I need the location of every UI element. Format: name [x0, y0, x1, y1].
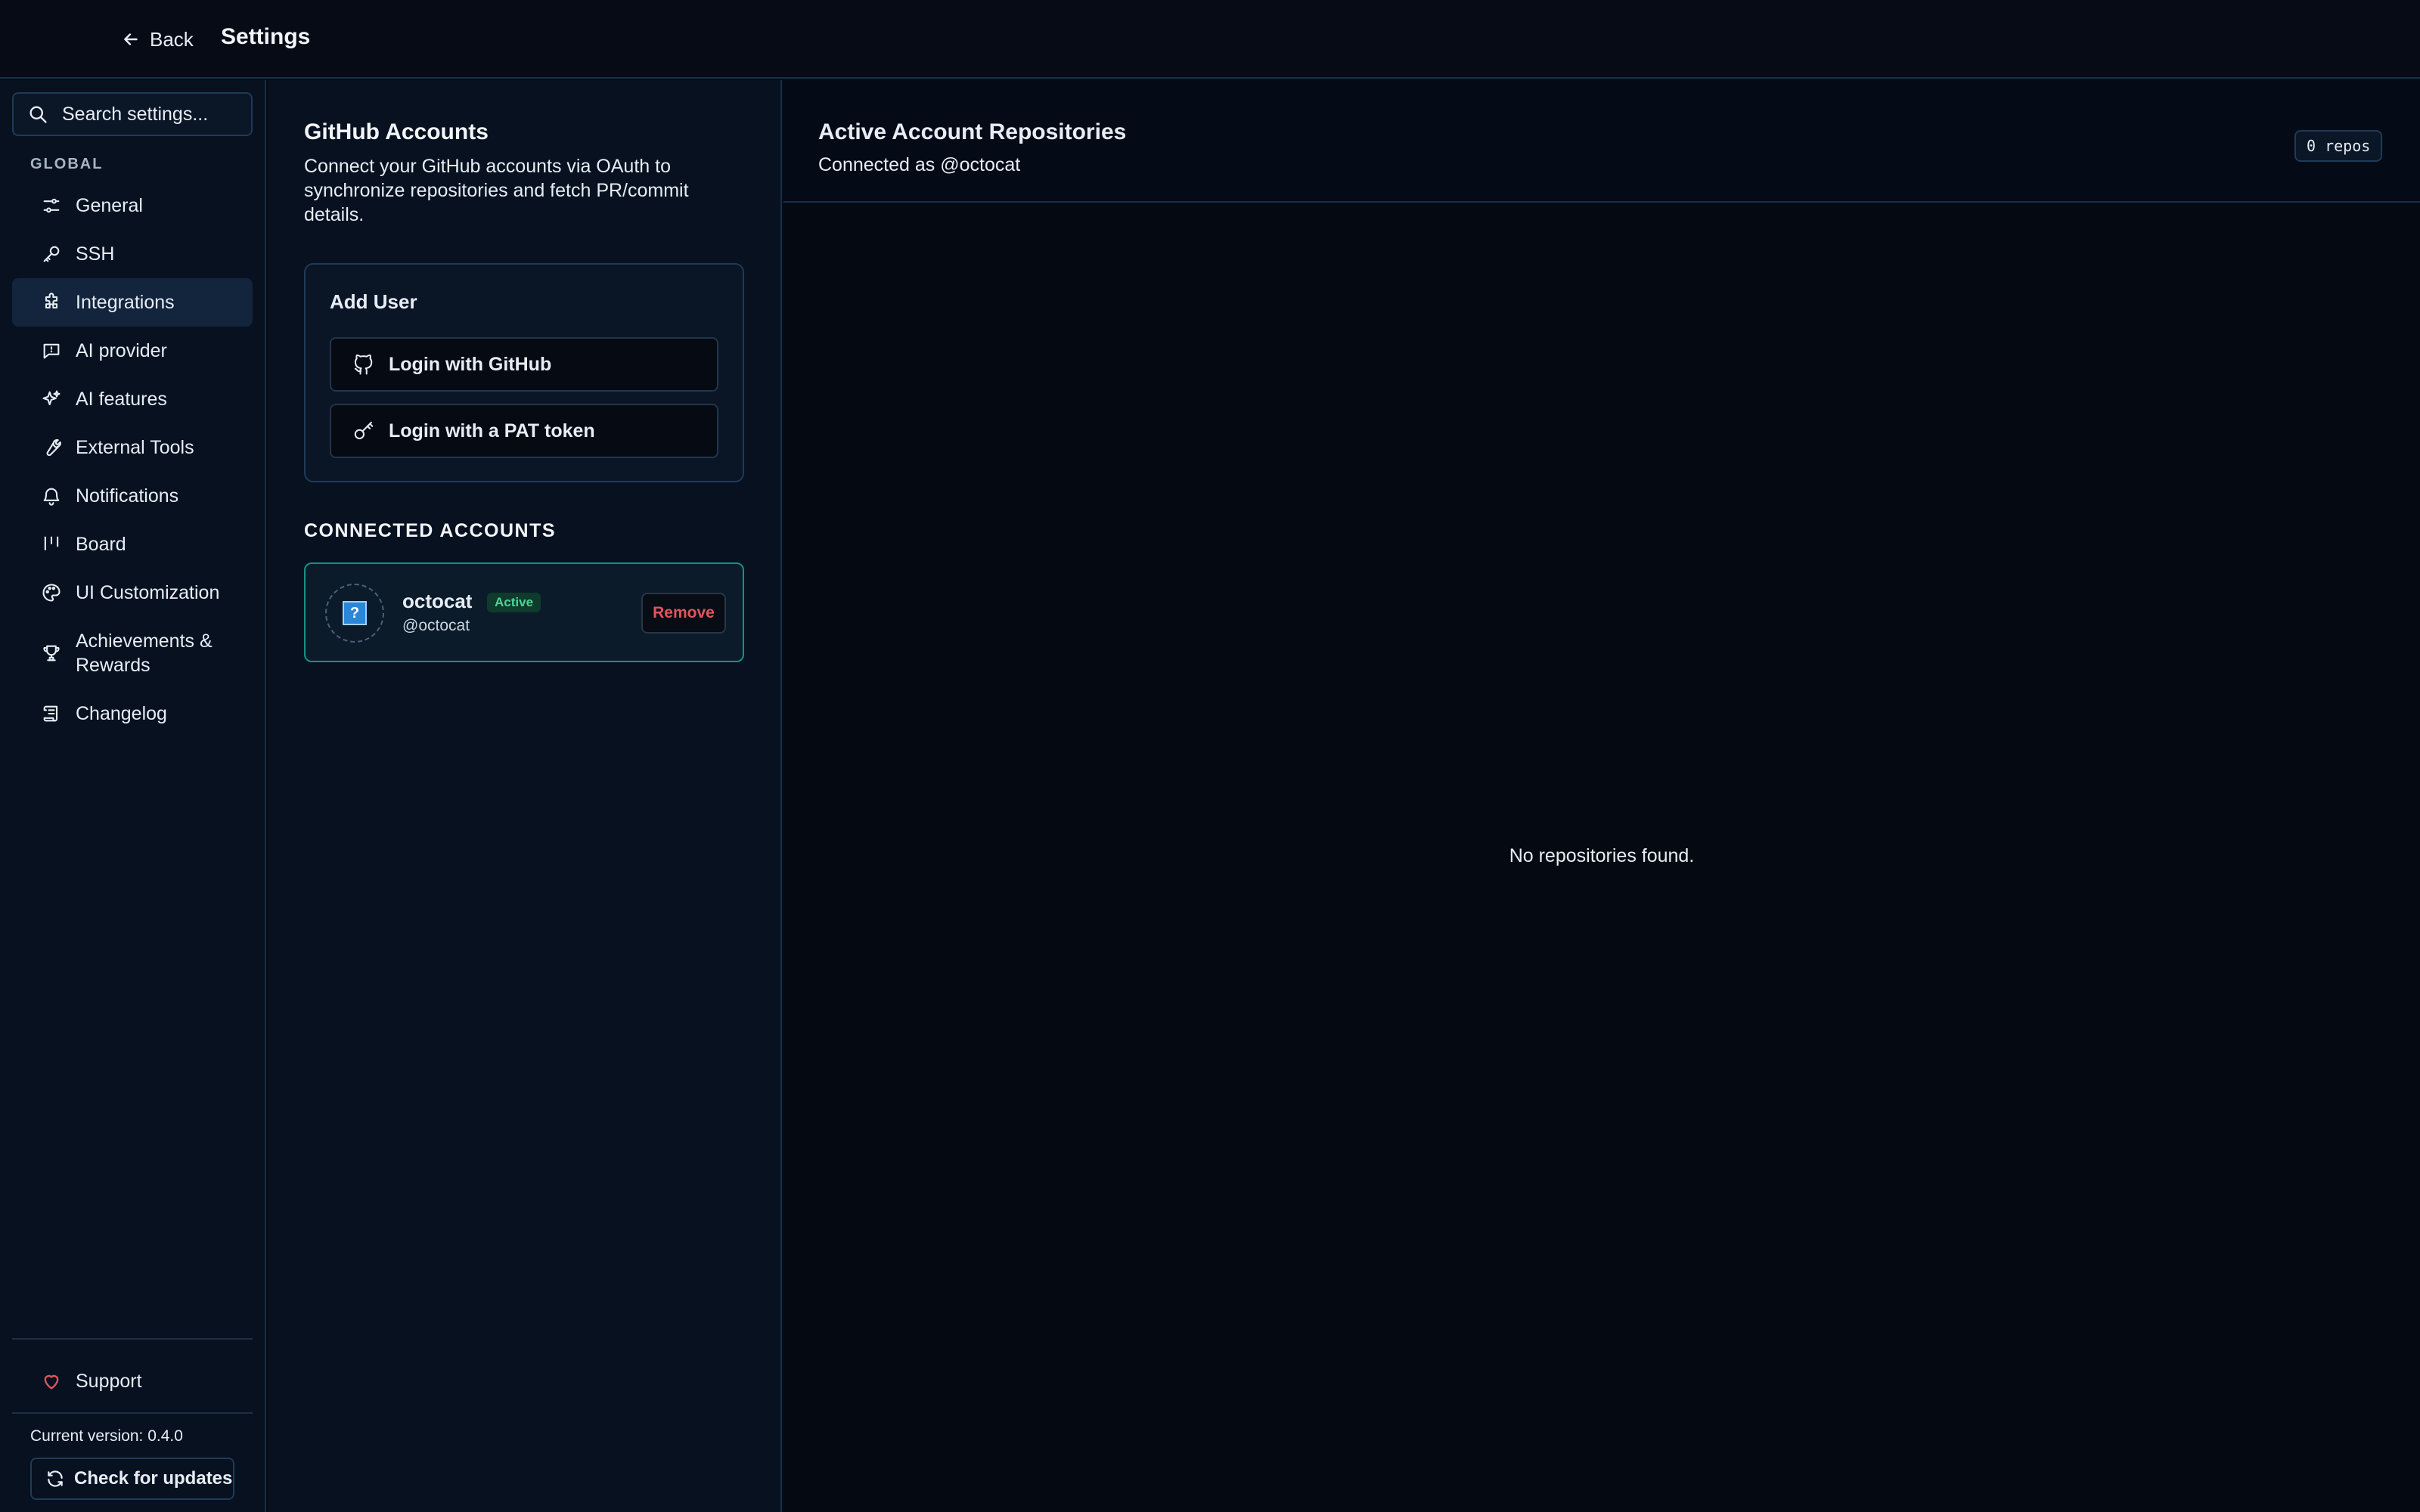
sidebar-item-ai-provider[interactable]: AI provider	[12, 327, 253, 375]
sidebar-item-integrations[interactable]: Integrations	[12, 278, 253, 327]
key-icon	[354, 421, 374, 439]
board-icon	[44, 536, 59, 551]
sidebar-nav: General SSH Integrations AI provider AI …	[12, 181, 253, 738]
palette-icon	[42, 584, 60, 602]
account-card[interactable]: ? octocat Active @octocat Remove	[304, 562, 744, 662]
sidebar: GLOBAL General SSH Integrations AI p	[0, 80, 266, 1512]
login-github-label: Login with GitHub	[389, 353, 552, 375]
version-text: Current version: 0.4.0	[30, 1427, 183, 1445]
sidebar-item-ai-features[interactable]: AI features	[12, 375, 253, 423]
repo-count-badge: 0 repos	[2294, 130, 2383, 162]
empty-state-message: No repositories found.	[1509, 845, 1695, 866]
sidebar-item-label: UI Customization	[76, 582, 220, 603]
sidebar-item-label: AI provider	[76, 340, 167, 361]
sidebar-item-label: Notifications	[76, 485, 179, 507]
refresh-icon	[48, 1470, 63, 1487]
repositories-title: Active Account Repositories	[818, 119, 1127, 144]
login-pat-button[interactable]: Login with a PAT token	[330, 404, 718, 458]
nav-group-label: GLOBAL	[30, 156, 104, 172]
trophy-icon	[43, 645, 60, 662]
scroll-icon	[43, 705, 58, 722]
avatar: ?	[325, 584, 384, 643]
sliders-icon	[43, 198, 60, 213]
heart-icon	[44, 1374, 59, 1390]
sidebar-item-label: AI features	[76, 389, 167, 410]
sidebar-item-achievements[interactable]: Achievements & Rewards	[12, 617, 253, 689]
section-title: GitHub Accounts	[304, 119, 489, 144]
sidebar-item-ssh[interactable]: SSH	[12, 230, 253, 278]
wrench-icon	[46, 438, 61, 457]
key-icon	[43, 246, 60, 262]
sidebar-item-changelog[interactable]: Changelog	[12, 689, 253, 738]
sidebar-item-notifications[interactable]: Notifications	[12, 472, 253, 520]
github-icon	[354, 354, 373, 375]
remove-account-button[interactable]: Remove	[641, 593, 726, 634]
arrow-left-icon	[124, 33, 138, 45]
check-updates-label: Check for updates	[74, 1468, 233, 1489]
login-pat-label: Login with a PAT token	[389, 420, 595, 442]
support-link[interactable]: Support	[12, 1361, 253, 1402]
add-user-card: Add User Login with GitHub Login with a …	[304, 263, 744, 482]
puzzle-icon	[45, 293, 58, 309]
sidebar-item-label: External Tools	[76, 437, 194, 458]
support-label: Support	[76, 1370, 142, 1392]
repositories-panel: Active Account Repositories Connected as…	[783, 80, 2420, 1512]
empty-state: No repositories found.	[783, 845, 2420, 867]
connected-accounts-heading: CONNECTED ACCOUNTS	[304, 520, 557, 541]
account-handle: @octocat	[402, 617, 470, 634]
login-github-button[interactable]: Login with GitHub	[330, 337, 718, 392]
sidebar-item-general[interactable]: General	[12, 181, 253, 230]
avatar-placeholder-glyph: ?	[343, 601, 367, 625]
add-user-title: Add User	[330, 290, 417, 313]
sidebar-divider	[12, 1412, 253, 1414]
sidebar-item-label: Integrations	[76, 292, 175, 313]
repositories-header: Active Account Repositories Connected as…	[783, 80, 2420, 203]
sidebar-item-label: Board	[76, 534, 126, 555]
sidebar-item-label: Changelog	[76, 703, 167, 724]
back-button[interactable]: Back	[121, 24, 194, 54]
sidebar-divider	[12, 1338, 253, 1340]
search-icon	[29, 106, 47, 123]
sidebar-item-label: General	[76, 195, 143, 216]
check-updates-button[interactable]: Check for updates	[30, 1458, 234, 1500]
message-icon	[43, 343, 60, 359]
search-input[interactable]	[60, 102, 242, 126]
github-accounts-panel: GitHub Accounts Connect your GitHub acco…	[268, 80, 782, 1512]
account-name: octocat	[402, 590, 473, 612]
sparkles-icon	[42, 390, 60, 406]
sidebar-item-ui-customization[interactable]: UI Customization	[12, 569, 253, 617]
top-bar: Back Settings	[0, 0, 2420, 79]
sidebar-item-label: SSH	[76, 243, 115, 265]
bell-icon	[43, 488, 60, 506]
search-box[interactable]	[12, 92, 253, 136]
sidebar-item-external-tools[interactable]: External Tools	[12, 423, 253, 472]
page-title: Settings	[221, 24, 311, 49]
repositories-subtitle: Connected as @octocat	[818, 154, 1021, 175]
section-description: Connect your GitHub accounts via OAuth t…	[304, 156, 689, 225]
back-label: Back	[150, 27, 194, 51]
status-badge: Active	[487, 593, 541, 612]
sidebar-item-board[interactable]: Board	[12, 520, 253, 569]
sidebar-item-label: Achievements & Rewards	[76, 631, 213, 676]
